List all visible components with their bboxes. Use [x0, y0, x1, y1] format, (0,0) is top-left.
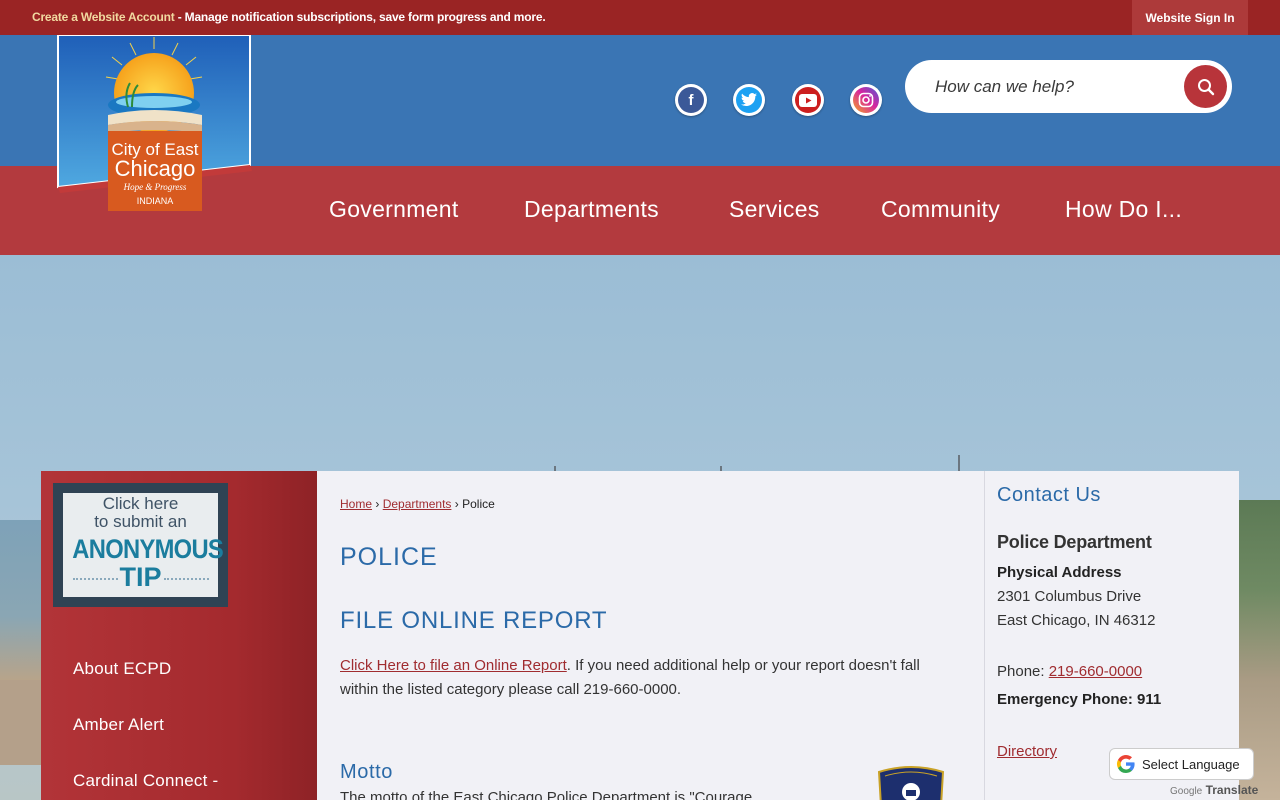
address-label: Physical Address: [997, 564, 1122, 581]
sidebar-item-about-ecpd[interactable]: About ECPD: [73, 659, 171, 679]
tip-line-1: Click here: [102, 494, 179, 513]
notification-bar: Create a Website Account - Manage notifi…: [0, 0, 1280, 35]
youtube-link[interactable]: [792, 84, 824, 116]
breadcrumb-departments[interactable]: Departments: [383, 497, 452, 511]
search-input[interactable]: [935, 74, 1175, 100]
instagram-icon: [853, 87, 879, 113]
nav-government[interactable]: Government: [329, 196, 459, 223]
emergency-phone: Emergency Phone: 911: [997, 691, 1162, 708]
youtube-icon: [795, 87, 821, 113]
nav-services[interactable]: Services: [729, 196, 820, 223]
hero-water: [0, 520, 41, 680]
breadcrumb-home[interactable]: Home: [340, 497, 372, 511]
twitter-link[interactable]: [733, 84, 765, 116]
tip-divider-right: [164, 578, 209, 580]
nav-community[interactable]: Community: [881, 196, 1000, 223]
facebook-link[interactable]: f: [675, 84, 707, 116]
breadcrumb-separator: ›: [375, 497, 380, 511]
tip-line-2: to submit an: [94, 512, 187, 531]
search-button[interactable]: [1184, 65, 1227, 108]
google-g-icon: [1117, 755, 1135, 773]
section-title: FILE ONLINE REPORT: [340, 607, 608, 634]
logo-line2: Chicago: [115, 156, 196, 181]
twitter-icon: [736, 87, 762, 113]
facebook-glyph: f: [688, 91, 694, 109]
logo-tagline: Hope & Progress: [123, 182, 187, 192]
address-line-2: East Chicago, IN 46312: [997, 612, 1156, 629]
create-account-link[interactable]: Create a Website Account: [32, 10, 175, 24]
anonymous-tip-banner[interactable]: Click here to submit an ANONYMOUS TIP: [53, 483, 228, 607]
sidebar-item-amber-alert[interactable]: Amber Alert: [73, 715, 164, 735]
motto-text: The motto of the East Chicago Police Dep…: [340, 789, 753, 800]
site-search: [905, 60, 1232, 113]
powered-by-google: Google Translate: [1170, 783, 1258, 797]
search-icon: [1197, 78, 1214, 95]
phone-label: Phone:: [997, 663, 1049, 680]
sidebar-item-cardinal-connect[interactable]: Cardinal Connect -: [73, 771, 218, 791]
contact-title: Contact Us: [997, 484, 1101, 506]
instagram-link[interactable]: [850, 84, 882, 116]
motto-heading: Motto: [340, 761, 394, 783]
logo-state: INDIANA: [137, 196, 174, 206]
hero-beach: [0, 680, 41, 765]
google-wordmark: Google: [1170, 786, 1203, 797]
report-paragraph: Click Here to file an Online Report. If …: [340, 654, 940, 702]
account-message: Create a Website Account - Manage notifi…: [32, 10, 546, 24]
breadcrumb-separator: ›: [454, 497, 459, 511]
website-sign-in-button[interactable]: Website Sign In: [1132, 0, 1248, 35]
tip-line-3: ANONYMOUS: [72, 534, 224, 564]
language-select-label: Select Language: [1142, 756, 1240, 772]
breadcrumb: Home › Departments › Police: [340, 497, 495, 511]
anonymous-tip-graphic: Click here to submit an ANONYMOUS TIP: [63, 493, 224, 597]
address-line-1: 2301 Columbus Drive: [997, 588, 1142, 605]
main-content: [317, 471, 984, 800]
phone-link[interactable]: 219-660-0000: [1049, 663, 1142, 680]
page-title: POLICE: [340, 543, 438, 571]
breadcrumb-current: Police: [462, 497, 495, 511]
language-select[interactable]: Select Language: [1109, 748, 1254, 780]
directory-link[interactable]: Directory: [997, 743, 1057, 760]
nav-departments[interactable]: Departments: [524, 196, 659, 223]
youtube-play-shape: [799, 93, 817, 107]
nav-how-do-i[interactable]: How Do I...: [1065, 196, 1182, 223]
instagram-camera-shape: [858, 92, 874, 108]
phone-line: Phone: 219-660-0000: [997, 663, 1142, 680]
facebook-icon: f: [678, 87, 704, 113]
translate-word: Translate: [1205, 783, 1259, 797]
power-tower: [958, 455, 960, 471]
account-message-text: - Manage notification subscriptions, sav…: [174, 10, 546, 24]
department-name: Police Department: [997, 532, 1152, 552]
city-logo[interactable]: City of East Chicago Hope & Progress IND…: [54, 35, 256, 215]
online-report-link[interactable]: Click Here to file an Online Report: [340, 657, 567, 674]
twitter-bird-shape: [741, 93, 757, 106]
police-badge-icon: [877, 766, 945, 800]
tip-line-4: TIP: [119, 562, 162, 592]
